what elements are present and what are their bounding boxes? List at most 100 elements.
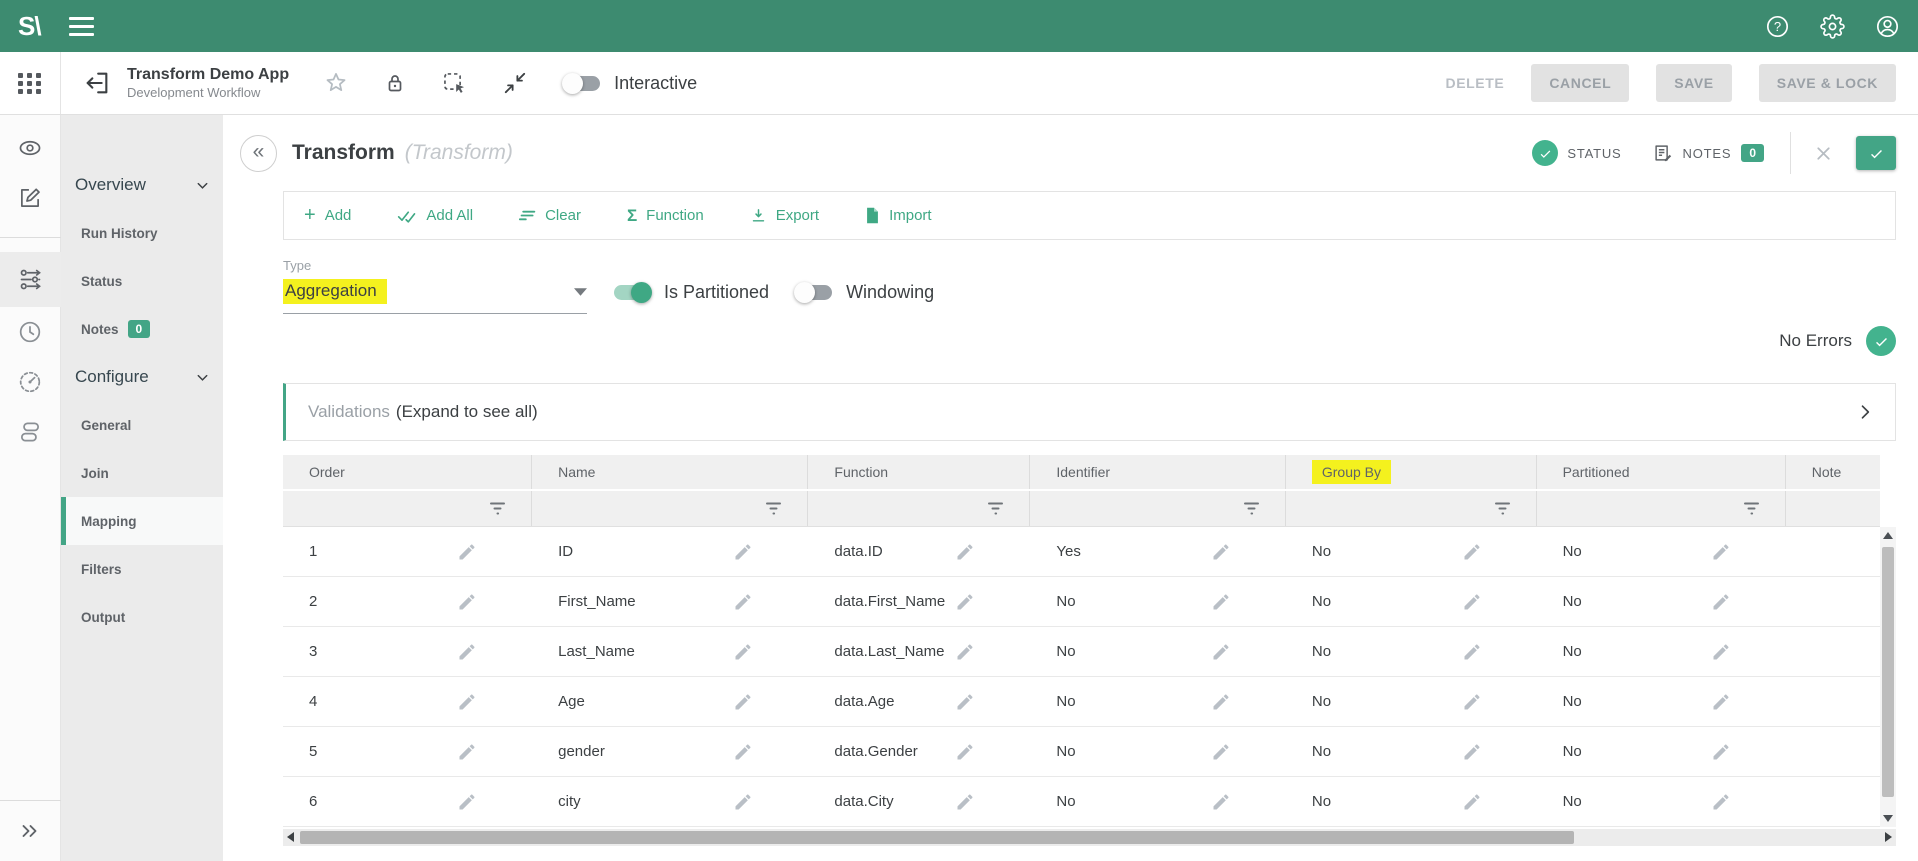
edit-pencil-icon[interactable] (1462, 792, 1482, 812)
sidebar-item-output[interactable]: Output (61, 593, 223, 641)
vertical-scrollbar-thumb[interactable] (1882, 547, 1894, 797)
filter-icon-name[interactable] (532, 491, 808, 526)
edit-pencil-icon[interactable] (955, 642, 975, 662)
account-icon[interactable] (1875, 14, 1900, 39)
scroll-up-arrow[interactable] (1883, 532, 1893, 539)
scroll-down-arrow[interactable] (1883, 815, 1893, 822)
marquee-select-icon[interactable] (441, 70, 468, 97)
edit-pencil-icon[interactable] (733, 592, 753, 612)
sidebar-item-status[interactable]: Status (61, 257, 223, 305)
sidebar-item-run-history[interactable]: Run History (61, 209, 223, 257)
stack-icon[interactable] (0, 407, 61, 457)
edit-pencil-icon[interactable] (955, 792, 975, 812)
lock-icon[interactable] (383, 71, 407, 95)
clear-button[interactable]: Clear (519, 207, 581, 224)
edit-pencil-icon[interactable] (1462, 642, 1482, 662)
dropdown-arrow-icon[interactable] (574, 288, 587, 296)
edit-pencil-icon[interactable] (457, 792, 477, 812)
edit-pencil-icon[interactable] (1711, 742, 1731, 762)
edit-pencil-icon[interactable] (1711, 692, 1731, 712)
pipeline-settings-icon[interactable] (0, 252, 61, 307)
edit-pencil-icon[interactable] (457, 692, 477, 712)
edit-pencil-icon[interactable] (733, 742, 753, 762)
edit-pencil-icon[interactable] (1711, 792, 1731, 812)
favorite-star-icon[interactable] (323, 70, 349, 96)
edit-pencil-icon[interactable] (733, 642, 753, 662)
sidebar-item-general[interactable]: General (61, 401, 223, 449)
scroll-left-arrow[interactable] (287, 832, 294, 842)
edit-pencil-icon[interactable] (733, 692, 753, 712)
edit-pencil-icon[interactable] (1711, 592, 1731, 612)
filter-icon-group-by[interactable] (1286, 491, 1537, 526)
edit-pencil-icon[interactable] (1211, 742, 1231, 762)
nav-section-overview[interactable]: Overview (61, 161, 223, 209)
type-select-field[interactable]: Type Aggregation (283, 258, 587, 314)
notes-button[interactable]: NOTES 0 (1652, 142, 1764, 164)
sidebar-item-filters[interactable]: Filters (61, 545, 223, 593)
app-logo[interactable]: S\ (18, 11, 41, 42)
gauge-icon[interactable] (0, 357, 61, 407)
edit-pencil-icon[interactable] (1462, 592, 1482, 612)
filter-icon-order[interactable] (283, 491, 532, 526)
edit-pencil-icon[interactable] (457, 592, 477, 612)
apps-grid-icon[interactable] (18, 73, 42, 94)
help-icon[interactable]: ? (1765, 14, 1790, 39)
edit-pencil-icon[interactable] (955, 692, 975, 712)
edit-pencil-icon[interactable] (733, 542, 753, 562)
exit-workflow-icon[interactable] (83, 69, 111, 97)
edit-pencil-icon[interactable] (1211, 692, 1231, 712)
is-partitioned-toggle[interactable] (614, 285, 650, 300)
filter-icon-identifier[interactable] (1030, 491, 1286, 526)
expand-sidebar-icon[interactable] (0, 800, 61, 861)
interactive-toggle[interactable] (564, 76, 600, 91)
clock-icon[interactable] (0, 307, 61, 357)
edit-pencil-icon[interactable] (1462, 742, 1482, 762)
save-and-lock-button[interactable]: SAVE & LOCK (1759, 64, 1896, 102)
windowing-toggle[interactable] (796, 285, 832, 300)
edit-pencil-icon[interactable] (1711, 542, 1731, 562)
sidebar-item-notes[interactable]: Notes 0 (61, 305, 223, 353)
collapse-view-icon[interactable] (502, 70, 528, 96)
filter-icon-partitioned[interactable] (1537, 491, 1786, 526)
edit-pencil-icon[interactable] (733, 792, 753, 812)
edit-pencil-icon[interactable] (1462, 692, 1482, 712)
close-icon[interactable] (1813, 143, 1834, 164)
validations-expander[interactable]: Validations (Expand to see all) (283, 383, 1896, 441)
sidebar-item-mapping[interactable]: Mapping (61, 497, 223, 545)
horizontal-scrollbar-thumb[interactable] (300, 831, 1574, 844)
import-button[interactable]: Import (865, 207, 932, 224)
edit-pencil-icon[interactable] (955, 742, 975, 762)
edit-pencil-icon[interactable] (955, 542, 975, 562)
edit-pencil-icon[interactable] (1211, 642, 1231, 662)
edit-pencil-icon[interactable] (457, 542, 477, 562)
edit-pencil-icon[interactable] (457, 642, 477, 662)
collapse-panel-button[interactable]: « (240, 135, 277, 172)
horizontal-scrollbar[interactable] (283, 829, 1896, 846)
chevron-right-icon[interactable] (1855, 402, 1875, 422)
delete-button[interactable]: DELETE (1445, 75, 1504, 91)
function-button[interactable]: Σ Function (627, 207, 704, 224)
add-all-button[interactable]: Add All (397, 207, 473, 224)
vertical-scrollbar[interactable] (1880, 527, 1896, 827)
sidebar-item-join[interactable]: Join (61, 449, 223, 497)
edit-pencil-icon[interactable] (1211, 542, 1231, 562)
scroll-right-arrow[interactable] (1885, 832, 1892, 842)
compose-icon[interactable] (0, 173, 61, 223)
cancel-button[interactable]: CANCEL (1531, 64, 1629, 102)
nav-section-configure[interactable]: Configure (61, 353, 223, 401)
save-button[interactable]: SAVE (1656, 64, 1732, 102)
hamburger-menu-icon[interactable] (69, 12, 94, 41)
edit-pencil-icon[interactable] (1211, 592, 1231, 612)
add-button[interactable]: + Add (304, 207, 351, 225)
edit-pencil-icon[interactable] (1711, 642, 1731, 662)
eye-icon[interactable] (0, 123, 61, 173)
export-button[interactable]: Export (750, 207, 819, 224)
confirm-check-button[interactable] (1856, 136, 1896, 170)
edit-pencil-icon[interactable] (457, 742, 477, 762)
settings-gear-icon[interactable] (1820, 14, 1845, 39)
edit-pencil-icon[interactable] (1462, 542, 1482, 562)
edit-pencil-icon[interactable] (1211, 792, 1231, 812)
status-button[interactable]: STATUS (1532, 140, 1621, 166)
edit-pencil-icon[interactable] (955, 592, 975, 612)
filter-icon-function[interactable] (808, 491, 1030, 526)
